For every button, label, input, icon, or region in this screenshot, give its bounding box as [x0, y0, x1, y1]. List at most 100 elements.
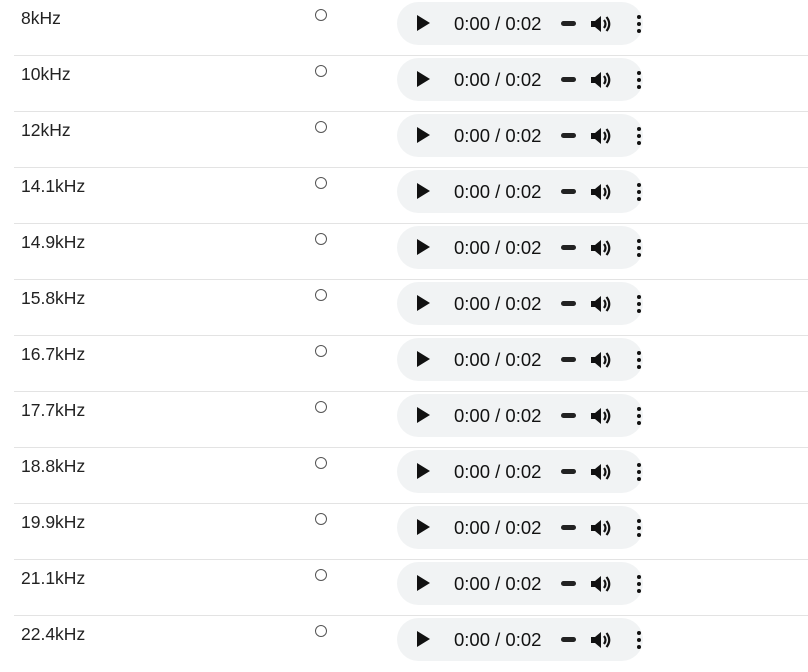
play-icon[interactable] [417, 575, 430, 591]
frequency-row: 14.1kHz 0:00 / 0:02 [14, 168, 808, 224]
playback-time: 0:00 / 0:02 [454, 69, 542, 90]
speaker-volume-icon[interactable] [590, 574, 612, 594]
frequency-row: 8kHz 0:00 / 0:02 [14, 0, 808, 56]
frequency-label: 12kHz [21, 120, 71, 140]
more-vertical-icon[interactable] [636, 630, 642, 650]
volume-slider[interactable] [561, 245, 576, 250]
playback-time: 0:00 / 0:02 [454, 349, 542, 370]
volume-slider[interactable] [561, 77, 576, 82]
frequency-radio[interactable] [315, 345, 327, 357]
frequency-row: 14.9kHz 0:00 / 0:02 [14, 224, 808, 280]
volume-slider[interactable] [561, 189, 576, 194]
frequency-label: 15.8kHz [21, 288, 86, 308]
frequency-row: 12kHz 0:00 / 0:02 [14, 112, 808, 168]
frequency-radio[interactable] [315, 177, 327, 189]
playback-time: 0:00 / 0:02 [454, 293, 542, 314]
frequency-row: 21.1kHz 0:00 / 0:02 [14, 560, 808, 616]
frequency-label: 10kHz [21, 64, 71, 84]
frequency-radio[interactable] [315, 401, 327, 413]
speaker-volume-icon[interactable] [590, 126, 612, 146]
volume-slider[interactable] [561, 637, 576, 642]
speaker-volume-icon[interactable] [590, 406, 612, 426]
audio-player: 0:00 / 0:02 [397, 338, 643, 381]
frequency-radio[interactable] [315, 513, 327, 525]
speaker-volume-icon[interactable] [590, 294, 612, 314]
frequency-radio[interactable] [315, 569, 327, 581]
audio-player: 0:00 / 0:02 [397, 450, 643, 493]
frequency-radio[interactable] [315, 9, 327, 21]
more-vertical-icon[interactable] [636, 574, 642, 594]
playback-time: 0:00 / 0:02 [454, 237, 542, 258]
audio-player: 0:00 / 0:02 [397, 618, 643, 661]
playback-time: 0:00 / 0:02 [454, 125, 542, 146]
more-vertical-icon[interactable] [636, 182, 642, 202]
frequency-label: 8kHz [21, 8, 61, 28]
speaker-volume-icon[interactable] [590, 350, 612, 370]
play-icon[interactable] [417, 239, 430, 255]
volume-slider[interactable] [561, 469, 576, 474]
volume-slider[interactable] [561, 301, 576, 306]
speaker-volume-icon[interactable] [590, 14, 612, 34]
more-vertical-icon[interactable] [636, 238, 642, 258]
audio-player: 0:00 / 0:02 [397, 506, 643, 549]
more-vertical-icon[interactable] [636, 294, 642, 314]
frequency-radio[interactable] [315, 233, 327, 245]
speaker-volume-icon[interactable] [590, 238, 612, 258]
speaker-volume-icon[interactable] [590, 630, 612, 650]
audio-player: 0:00 / 0:02 [397, 226, 643, 269]
play-icon[interactable] [417, 519, 430, 535]
play-icon[interactable] [417, 463, 430, 479]
frequency-label: 17.7kHz [21, 400, 86, 420]
play-icon[interactable] [417, 351, 430, 367]
audio-player: 0:00 / 0:02 [397, 562, 643, 605]
frequency-row: 19.9kHz 0:00 / 0:02 [14, 504, 808, 560]
speaker-volume-icon[interactable] [590, 462, 612, 482]
more-vertical-icon[interactable] [636, 462, 642, 482]
volume-slider[interactable] [561, 357, 576, 362]
frequency-radio[interactable] [315, 121, 327, 133]
volume-slider[interactable] [561, 21, 576, 26]
playback-time: 0:00 / 0:02 [454, 573, 542, 594]
playback-time: 0:00 / 0:02 [454, 461, 542, 482]
volume-slider[interactable] [561, 413, 576, 418]
more-vertical-icon[interactable] [636, 70, 642, 90]
playback-time: 0:00 / 0:02 [454, 405, 542, 426]
audio-player: 0:00 / 0:02 [397, 394, 643, 437]
frequency-radio[interactable] [315, 457, 327, 469]
more-vertical-icon[interactable] [636, 126, 642, 146]
frequency-label: 14.1kHz [21, 176, 86, 196]
frequency-row: 17.7kHz 0:00 / 0:02 [14, 392, 808, 448]
speaker-volume-icon[interactable] [590, 518, 612, 538]
frequency-radio[interactable] [315, 65, 327, 77]
play-icon[interactable] [417, 183, 430, 199]
frequency-row: 15.8kHz 0:00 / 0:02 [14, 280, 808, 336]
frequency-row: 10kHz 0:00 / 0:02 [14, 56, 808, 112]
play-icon[interactable] [417, 295, 430, 311]
more-vertical-icon[interactable] [636, 406, 642, 426]
frequency-row: 22.4kHz 0:00 / 0:02 [14, 616, 808, 672]
playback-time: 0:00 / 0:02 [454, 629, 542, 650]
speaker-volume-icon[interactable] [590, 70, 612, 90]
more-vertical-icon[interactable] [636, 350, 642, 370]
play-icon[interactable] [417, 631, 430, 647]
audio-player: 0:00 / 0:02 [397, 58, 643, 101]
volume-slider[interactable] [561, 525, 576, 530]
audio-player: 0:00 / 0:02 [397, 170, 643, 213]
play-icon[interactable] [417, 15, 430, 31]
volume-slider[interactable] [561, 581, 576, 586]
frequency-label: 16.7kHz [21, 344, 86, 364]
play-icon[interactable] [417, 127, 430, 143]
audio-player: 0:00 / 0:02 [397, 114, 643, 157]
frequency-radio[interactable] [315, 625, 327, 637]
speaker-volume-icon[interactable] [590, 182, 612, 202]
more-vertical-icon[interactable] [636, 14, 642, 34]
play-icon[interactable] [417, 71, 430, 87]
play-icon[interactable] [417, 407, 430, 423]
more-vertical-icon[interactable] [636, 518, 642, 538]
audio-player: 0:00 / 0:02 [397, 282, 643, 325]
frequency-label: 14.9kHz [21, 232, 86, 252]
frequency-row: 18.8kHz 0:00 / 0:02 [14, 448, 808, 504]
frequency-label: 19.9kHz [21, 512, 86, 532]
frequency-radio[interactable] [315, 289, 327, 301]
volume-slider[interactable] [561, 133, 576, 138]
